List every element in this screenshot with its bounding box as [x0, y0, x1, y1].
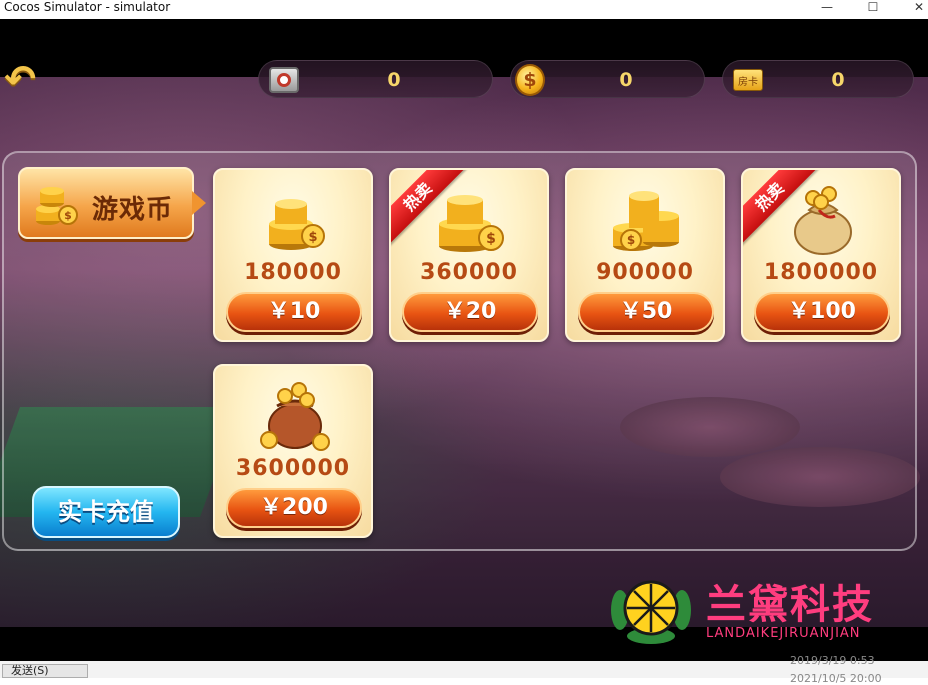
- svg-text:$: $: [627, 233, 635, 247]
- svg-text:$: $: [308, 230, 317, 245]
- watermark-title: 兰黛科技: [706, 581, 874, 628]
- room-card-icon: 房卡: [733, 65, 763, 95]
- maximize-button[interactable]: ☐: [850, 0, 896, 14]
- coin-amount: 360000: [420, 260, 518, 285]
- file-date: 2021/10/5 20:00: [790, 672, 882, 685]
- coin-stack-icon: $: [613, 191, 679, 251]
- shop-item-card[interactable]: $ 900000 ￥50: [565, 168, 725, 342]
- watermark-logo: [611, 580, 691, 644]
- treasure-bag-icon: [260, 382, 330, 451]
- file-date: 2019/3/19 0:53: [790, 654, 875, 667]
- coin-stack-icon: $: [439, 195, 504, 252]
- buy-price-button[interactable]: ￥100: [754, 292, 890, 332]
- shop-item-card[interactable]: 3600000 ￥200: [213, 364, 373, 538]
- coin-amount: 1800000: [763, 260, 879, 285]
- back-arrow-icon[interactable]: ↶: [0, 59, 40, 99]
- resource-bar: ↶ 0 $ 0 房卡 0: [0, 58, 928, 102]
- buy-price-button[interactable]: ￥200: [226, 488, 362, 528]
- category-tab-game-coins[interactable]: $ 游戏币: [18, 167, 206, 239]
- ticket-icon: [269, 65, 299, 95]
- category-label: 游戏币: [92, 195, 174, 225]
- shop-item-card[interactable]: $ 180000 ￥10: [213, 168, 373, 342]
- send-button[interactable]: 发送(S): [2, 664, 88, 678]
- watermark-subtitle: LANDAIKEJIRUANJIAN: [706, 626, 861, 641]
- svg-text:$: $: [486, 231, 496, 247]
- gold-coin-counter: $ 0: [510, 60, 705, 98]
- buy-price-button[interactable]: ￥20: [402, 292, 538, 332]
- gold-coin-icon: $: [515, 64, 545, 96]
- gold-coin-value: 0: [619, 69, 633, 91]
- coin-stack-icon: $: [269, 199, 325, 250]
- ticket-value: 0: [387, 69, 401, 91]
- buy-price-button[interactable]: ￥10: [226, 292, 362, 332]
- ticket-counter: 0: [258, 60, 493, 98]
- background-window-strip: [0, 661, 928, 678]
- svg-text:$: $: [64, 209, 72, 222]
- coin-amount: 180000: [244, 260, 342, 285]
- shop-item-card[interactable]: $ 360000 ￥20 热卖: [389, 168, 549, 342]
- minimize-button[interactable]: —: [804, 0, 850, 14]
- real-card-recharge-button[interactable]: 实卡充值: [32, 486, 180, 538]
- close-button[interactable]: ✕: [896, 0, 928, 14]
- shop-item-card[interactable]: 1800000 ￥100 热卖: [741, 168, 901, 342]
- coin-amount: 900000: [596, 260, 694, 285]
- coin-amount: 3600000: [235, 456, 351, 481]
- room-card-value: 0: [831, 69, 845, 91]
- coin-stack-icon: $: [36, 187, 78, 225]
- money-bag-icon: [794, 186, 852, 255]
- buy-price-button[interactable]: ￥50: [578, 292, 714, 332]
- window-title: Cocos Simulator - simulator: [4, 0, 171, 14]
- room-card-counter: 房卡 0: [722, 60, 914, 98]
- window-titlebar: Cocos Simulator - simulator — ☐ ✕: [0, 0, 928, 20]
